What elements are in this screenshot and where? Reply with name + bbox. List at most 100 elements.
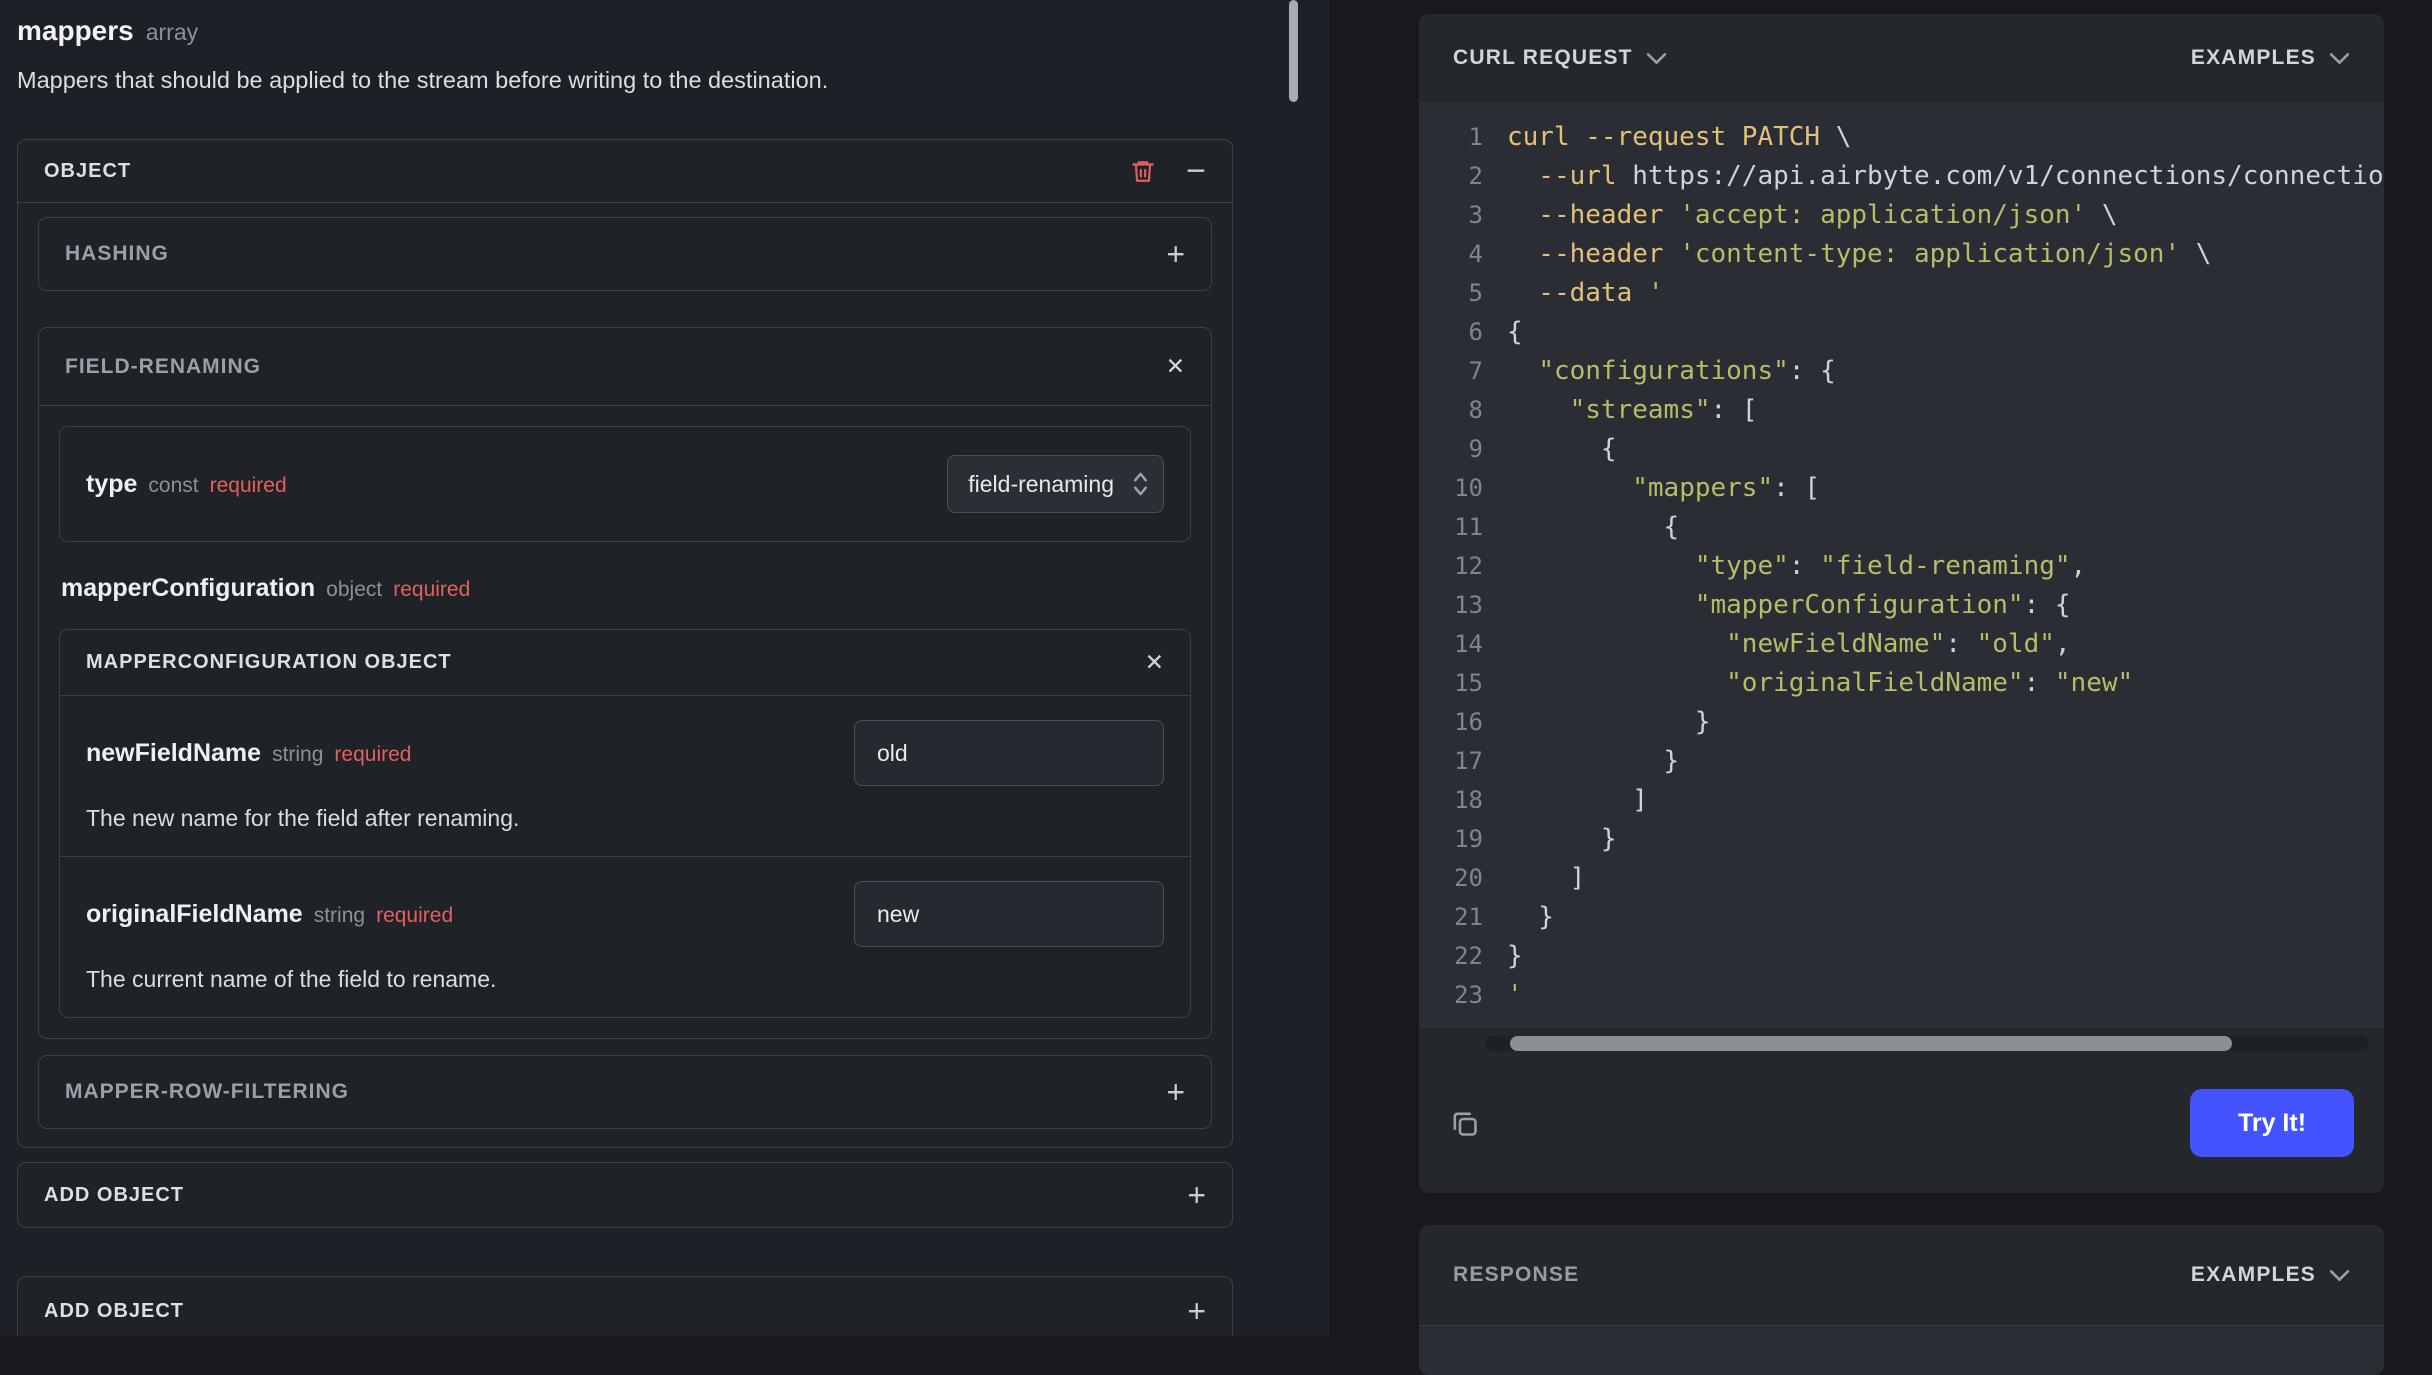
copy-code-button[interactable] xyxy=(1449,1108,1480,1139)
code-line-row: 6{ xyxy=(1419,313,2384,352)
type-required-badge: required xyxy=(209,473,287,497)
add-object-row-outer[interactable]: ADD OBJECT + xyxy=(17,1276,1233,1336)
response-panel: RESPONSE EXAMPLES xyxy=(1419,1225,2384,1375)
line-number: 10 xyxy=(1454,474,1483,502)
close-field-renaming-button[interactable]: ✕ xyxy=(1166,355,1185,378)
code-line-row: 14 "newFieldName": "old", xyxy=(1419,625,2384,664)
add-object-row[interactable]: ADD OBJECT + xyxy=(17,1162,1233,1228)
mapper-configuration-prop-kind: object xyxy=(326,578,383,601)
newfieldname-row: newFieldName string required The new nam… xyxy=(60,696,1190,857)
code-line-row: 10 "mappers": [ xyxy=(1419,469,2384,508)
line-number: 15 xyxy=(1454,669,1483,697)
code-line-row: 21 } xyxy=(1419,898,2384,937)
object-panel-title: OBJECT xyxy=(44,159,132,182)
code-line-row: 13 "mapperConfiguration": { xyxy=(1419,586,2384,625)
field-type-badge: array xyxy=(145,19,199,45)
type-prop-kind: const xyxy=(148,473,199,497)
code-line: { xyxy=(1507,512,1680,542)
add-object-button[interactable]: + xyxy=(1187,1179,1206,1211)
close-mapper-configuration-button[interactable]: ✕ xyxy=(1145,651,1164,674)
mapper-configuration-required-badge: required xyxy=(393,578,471,601)
select-stepper-icon xyxy=(1133,472,1148,496)
code-line: --header 'accept: application/json' \ xyxy=(1507,200,2118,230)
object-panel-body: HASHING + FIELD-RENAMING ✕ type const re… xyxy=(18,203,1232,1147)
line-number: 14 xyxy=(1454,630,1483,658)
field-title-row: mappers array xyxy=(17,14,1233,49)
hashing-section-row[interactable]: HASHING + xyxy=(38,217,1212,291)
code-line-row: 23 ' xyxy=(1419,976,2384,1015)
originalfieldname-prop-kind: string xyxy=(313,903,366,927)
originalfieldname-description: The current name of the field to rename. xyxy=(86,966,497,992)
code-line: "newFieldName": "old", xyxy=(1726,629,2071,659)
mapper-row-filtering-section-row[interactable]: MAPPER-ROW-FILTERING + xyxy=(38,1055,1212,1129)
line-number: 20 xyxy=(1454,864,1483,892)
line-number: 2 xyxy=(1468,162,1483,190)
line-number: 22 xyxy=(1454,942,1483,970)
newfieldname-required-badge: required xyxy=(334,742,412,766)
horizontal-scrollbar-thumb[interactable] xyxy=(1510,1036,2232,1051)
type-prop-name: type xyxy=(86,469,138,498)
trash-icon xyxy=(1132,161,1154,182)
line-number: 5 xyxy=(1468,279,1483,307)
examples-label: EXAMPLES xyxy=(2190,46,2316,69)
newfieldname-prop-kind: string xyxy=(272,742,324,766)
code-line: ' xyxy=(1507,980,1523,1010)
expand-hashing-button[interactable]: + xyxy=(1166,238,1185,270)
line-number: 3 xyxy=(1468,201,1483,229)
code-block: 1 curl --request PATCH \ 2 --url https://a… xyxy=(1419,102,2384,1028)
copy-icon xyxy=(1453,1112,1477,1136)
code-line-row: 8 "streams": [ xyxy=(1419,391,2384,430)
line-number: 23 xyxy=(1454,981,1483,1009)
code-line: "mapperConfiguration": { xyxy=(1694,590,2071,620)
expand-mapper-row-filtering-button[interactable]: + xyxy=(1166,1076,1185,1108)
chevron-down-icon xyxy=(1646,52,1666,64)
field-name: mappers xyxy=(17,15,134,46)
code-pane: CURL REQUEST EXAMPLES 1 curl --request PA… xyxy=(1331,0,2432,1375)
code-line-row: 2 --url https://api.airbyte.com/v1/conne… xyxy=(1419,157,2384,196)
field-renaming-header: FIELD-RENAMING ✕ xyxy=(39,328,1211,406)
type-select-value: field-renaming xyxy=(968,470,1114,497)
code-line: "streams": [ xyxy=(1569,395,1758,425)
schema-content: mappers array Mappers that should be appl… xyxy=(17,14,1233,1336)
code-line: } xyxy=(1507,707,1711,737)
code-line: ] xyxy=(1507,785,1648,815)
response-examples-dropdown[interactable]: EXAMPLES xyxy=(2191,1263,2350,1287)
delete-object-button[interactable] xyxy=(1130,157,1156,185)
line-number: 1 xyxy=(1468,123,1483,151)
mapper-configuration-panel: MAPPERCONFIGURATION OBJECT ✕ newFieldNam… xyxy=(59,629,1191,1018)
object-panel: OBJECT − HASHING + FIELD-RENAMING ✕ type… xyxy=(17,139,1233,1148)
code-line: curl --request PATCH \ xyxy=(1507,122,1852,152)
response-title: RESPONSE xyxy=(1453,1263,1580,1286)
originalfieldname-row: originalFieldName string required The cu… xyxy=(60,857,1190,1017)
curl-request-dropdown[interactable]: CURL REQUEST xyxy=(1453,46,1667,70)
horizontal-scrollbar[interactable] xyxy=(1485,1036,2369,1051)
originalfieldname-input[interactable] xyxy=(854,881,1164,947)
vertical-scrollbar-thumb[interactable] xyxy=(1289,0,1298,102)
chevron-down-icon xyxy=(2329,1269,2350,1281)
newfieldname-input[interactable] xyxy=(854,720,1164,786)
mapper-configuration-prop-name: mapperConfiguration xyxy=(61,574,316,602)
response-title-group: RESPONSE xyxy=(1453,1263,1579,1287)
code-line: "type": "field-renaming", xyxy=(1694,551,2087,581)
line-number: 21 xyxy=(1454,903,1483,931)
curl-request-title: CURL REQUEST xyxy=(1453,46,1633,69)
code-line: --header 'content-type: application/json… xyxy=(1507,239,2212,269)
code-line-row: 11 { xyxy=(1419,508,2384,547)
hashing-section-title: HASHING xyxy=(65,242,169,265)
code-line-row: 9 { xyxy=(1419,430,2384,469)
response-panel-header: RESPONSE EXAMPLES xyxy=(1419,1225,2384,1326)
line-number: 16 xyxy=(1454,708,1483,736)
type-select[interactable]: field-renaming xyxy=(947,455,1164,513)
collapse-object-button[interactable]: − xyxy=(1186,154,1206,188)
code-line: "originalFieldName": "new" xyxy=(1726,668,2134,698)
add-object-outer-button[interactable]: + xyxy=(1187,1295,1206,1327)
code-line: "configurations": { xyxy=(1538,356,1836,386)
try-it-button[interactable]: Try It! xyxy=(2190,1089,2354,1157)
code-line-row: 17 } xyxy=(1419,742,2384,781)
line-number: 18 xyxy=(1454,786,1483,814)
code-line-row: 19 } xyxy=(1419,820,2384,859)
code-line: --url https://api.airbyte.com/v1/connect… xyxy=(1507,161,2384,191)
line-number: 12 xyxy=(1454,552,1483,580)
code-line-row: 5 --data ' xyxy=(1419,274,2384,313)
examples-dropdown[interactable]: EXAMPLES xyxy=(2191,46,2350,70)
